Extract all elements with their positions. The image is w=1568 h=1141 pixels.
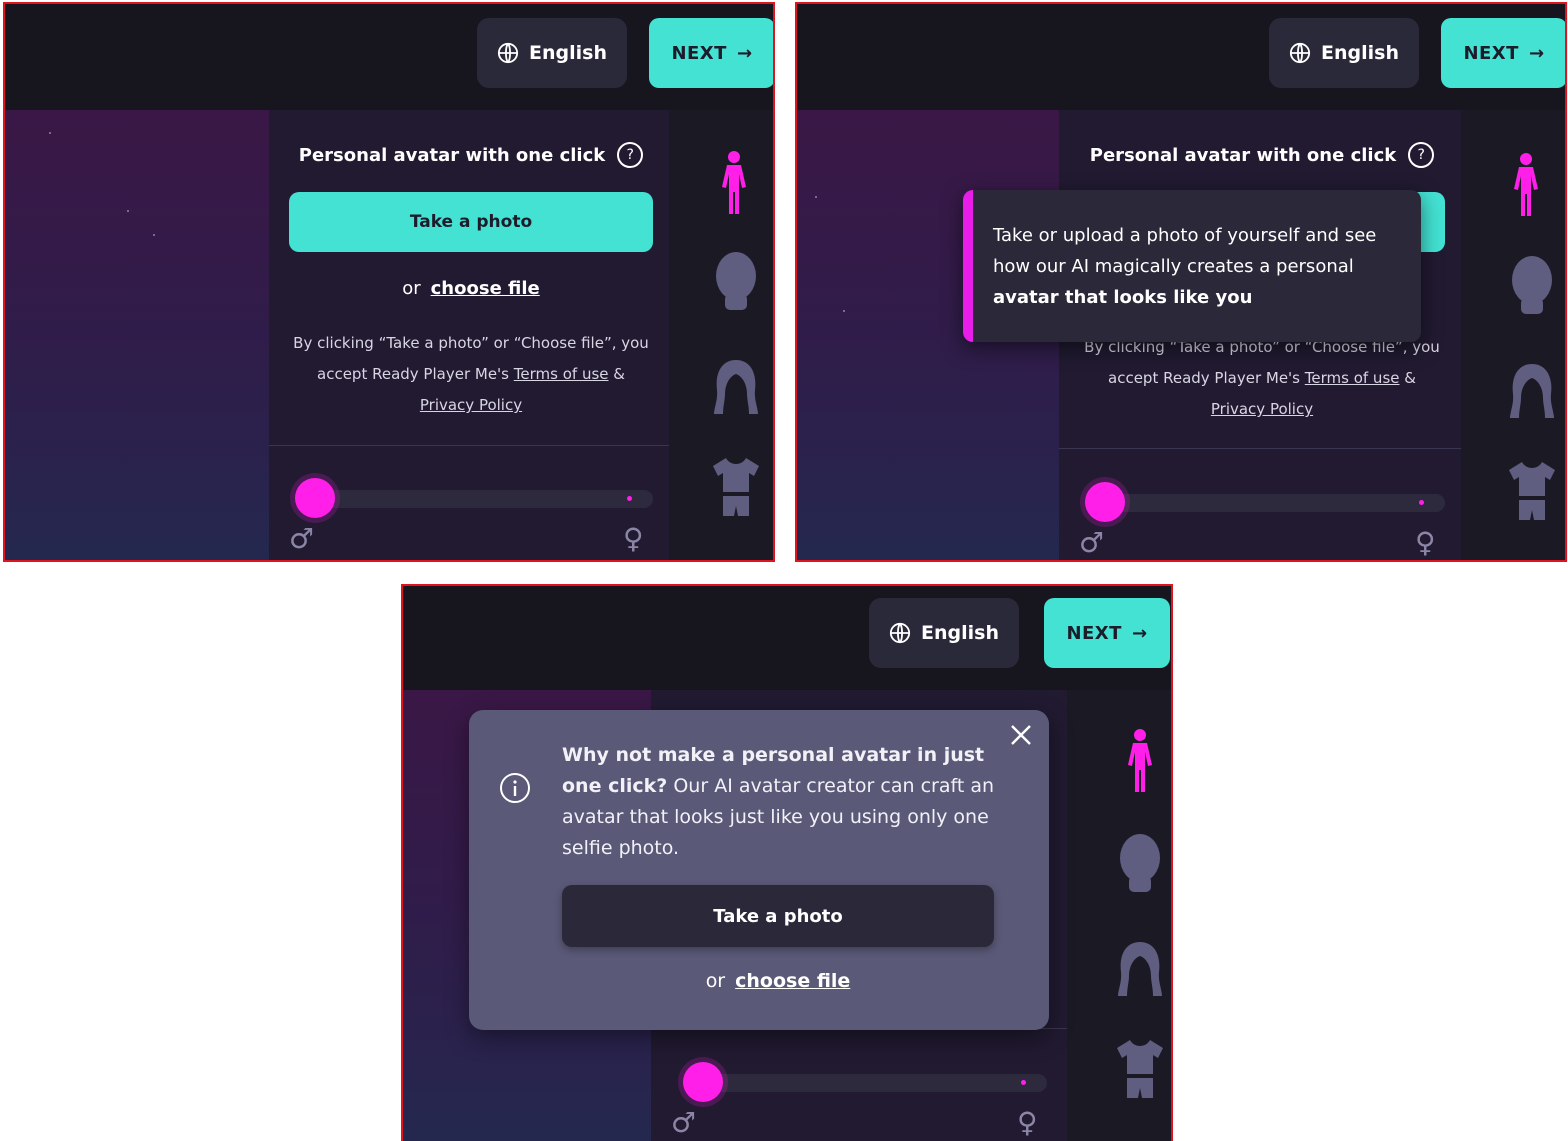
gender-slider-track[interactable] xyxy=(683,1074,1047,1092)
language-button[interactable]: English xyxy=(869,598,1019,668)
arrow-right-icon: → xyxy=(736,42,753,64)
male-icon: ♂ xyxy=(289,522,315,555)
hair-icon[interactable] xyxy=(1509,362,1555,420)
privacy-link[interactable]: Privacy Policy xyxy=(420,396,522,414)
photo-card-title-row: Personal avatar with one click ? xyxy=(269,142,673,168)
photo-card-title: Personal avatar with one click xyxy=(298,144,606,166)
arrow-right-icon: → xyxy=(1131,622,1148,644)
language-label: English xyxy=(1321,42,1399,64)
legal-amp: & xyxy=(613,365,625,383)
globe-icon xyxy=(1289,42,1311,64)
photo-card-title: Personal avatar with one click xyxy=(1089,144,1397,166)
top-bar: English NEXT → xyxy=(403,586,1171,690)
gender-slider-end-dot xyxy=(1419,500,1424,505)
top-bar: English NEXT → xyxy=(5,4,773,110)
female-icon: ♀ xyxy=(1017,1106,1038,1139)
gender-slider-track[interactable] xyxy=(297,490,653,508)
next-label: NEXT xyxy=(671,42,727,64)
terms-link[interactable]: Terms of use xyxy=(514,365,609,383)
top-bar: English NEXT → xyxy=(797,4,1565,110)
next-button[interactable]: NEXT → xyxy=(649,18,773,88)
star-decoration xyxy=(127,210,129,212)
star-decoration xyxy=(815,196,817,198)
language-label: English xyxy=(921,622,999,644)
modal-take-photo-button[interactable]: Take a photo xyxy=(562,885,994,947)
take-photo-button[interactable]: Take a photo xyxy=(289,192,653,252)
help-icon[interactable]: ? xyxy=(617,142,644,168)
legal-amp: & xyxy=(1404,369,1416,387)
tooltip-text: Take or upload a photo of yourself and s… xyxy=(993,220,1393,313)
full-body-icon[interactable] xyxy=(719,150,749,216)
language-button[interactable]: English xyxy=(477,18,627,88)
gender-slider-knob[interactable] xyxy=(683,1062,723,1102)
next-label: NEXT xyxy=(1463,42,1519,64)
head-icon[interactable] xyxy=(1115,832,1165,894)
divider xyxy=(1059,448,1465,449)
hair-icon[interactable] xyxy=(713,358,759,416)
next-label: NEXT xyxy=(1066,622,1122,644)
star-decoration xyxy=(843,310,845,312)
outfit-icon[interactable] xyxy=(1507,460,1557,522)
choose-file-link[interactable]: choose file xyxy=(431,278,540,299)
legal-text: By clicking “Take a photo” or “Choose fi… xyxy=(283,328,659,421)
female-icon: ♀ xyxy=(1415,526,1436,559)
avatar-preview-background xyxy=(5,110,269,560)
modal-choose-file-link[interactable]: choose file xyxy=(735,970,850,992)
terms-link[interactable]: Terms of use xyxy=(1305,369,1400,387)
photo-card-title-row: Personal avatar with one click ? xyxy=(1059,142,1465,168)
gender-slider-end-dot xyxy=(627,496,632,501)
male-icon: ♂ xyxy=(671,1106,697,1139)
info-icon xyxy=(500,773,530,803)
outfit-icon[interactable] xyxy=(1115,1038,1165,1100)
gender-slider-knob[interactable] xyxy=(295,478,335,518)
next-button[interactable]: NEXT → xyxy=(1441,18,1565,88)
tooltip-text-plain: Take or upload a photo of yourself and s… xyxy=(993,225,1377,277)
divider xyxy=(269,445,673,446)
modal-choose-file-row: or choose file xyxy=(562,970,994,992)
globe-icon xyxy=(889,622,911,644)
category-sidebar xyxy=(669,110,773,560)
category-sidebar xyxy=(1461,110,1565,560)
gender-slider-track[interactable] xyxy=(1087,494,1445,512)
photo-card: Personal avatar with one click ? Take a … xyxy=(269,110,673,560)
language-label: English xyxy=(529,42,607,64)
star-decoration xyxy=(49,132,51,134)
gender-slider-knob[interactable] xyxy=(1085,482,1125,522)
globe-icon xyxy=(497,42,519,64)
head-icon[interactable] xyxy=(711,250,761,312)
tooltip-accent-bar xyxy=(963,190,973,342)
privacy-link[interactable]: Privacy Policy xyxy=(1211,400,1313,418)
help-icon[interactable]: ? xyxy=(1408,142,1435,168)
tooltip-text-bold: avatar that looks like you xyxy=(993,287,1253,308)
male-icon: ♂ xyxy=(1079,526,1105,559)
legal-text: By clicking “Take a photo” or “Choose fi… xyxy=(1084,338,1440,418)
gender-slider-end-dot xyxy=(1021,1080,1026,1085)
head-icon[interactable] xyxy=(1507,254,1557,316)
screenshot-panel-tooltip: English NEXT → Personal avatar with one … xyxy=(795,2,1567,562)
next-button[interactable]: NEXT → xyxy=(1044,598,1170,668)
screenshot-panel-modal: English NEXT → ♂ ♀ Why not make a person… xyxy=(401,584,1173,1141)
screenshot-panel-default: English NEXT → Personal avatar with one … xyxy=(3,2,775,562)
full-body-icon[interactable] xyxy=(1125,728,1155,794)
category-sidebar xyxy=(1067,690,1171,1141)
modal-message: Why not make a personal avatar in just o… xyxy=(562,740,1002,864)
star-decoration xyxy=(153,234,155,236)
outfit-icon[interactable] xyxy=(711,456,761,518)
close-icon[interactable] xyxy=(1010,724,1032,746)
choose-file-row: or choose file xyxy=(269,278,673,299)
help-tooltip: Take or upload a photo of yourself and s… xyxy=(963,190,1421,342)
full-body-icon[interactable] xyxy=(1511,152,1541,218)
arrow-right-icon: → xyxy=(1528,42,1545,64)
language-button[interactable]: English xyxy=(1269,18,1419,88)
one-click-avatar-modal: Why not make a personal avatar in just o… xyxy=(469,710,1049,1030)
or-label: or xyxy=(402,278,421,299)
or-label: or xyxy=(705,970,726,992)
female-icon: ♀ xyxy=(623,522,644,555)
hair-icon[interactable] xyxy=(1117,940,1163,998)
